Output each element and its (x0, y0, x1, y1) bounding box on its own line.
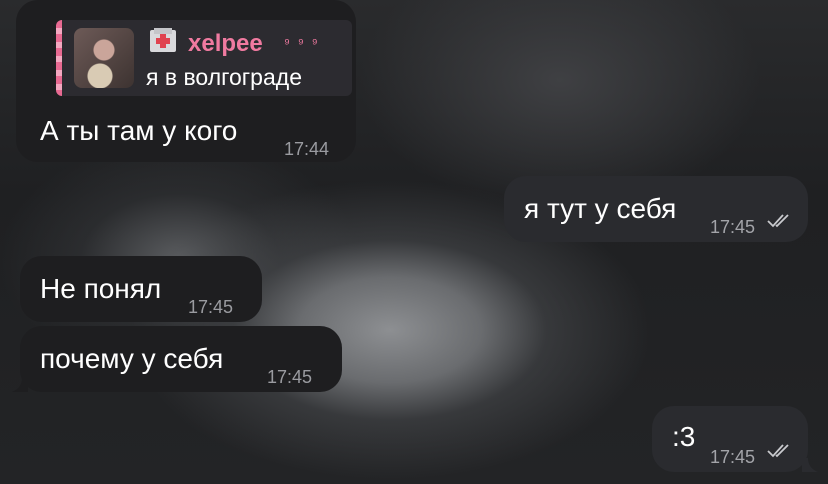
message-text: я тут у себя (524, 193, 677, 224)
message-outgoing[interactable]: я тут у себя 17:45 (504, 176, 808, 242)
bubble-tail (802, 458, 818, 472)
double-check-icon (767, 214, 789, 228)
double-check-icon (767, 444, 789, 458)
message-text: почему у себя (40, 343, 224, 374)
reply-author: xelpee (188, 30, 263, 57)
message-text: Не понял (40, 273, 162, 304)
message-time: 17:45 (710, 217, 756, 237)
message-time: 17:45 (710, 447, 756, 467)
reply-preview[interactable]: xelpee ⁹ ⁹ ⁹ я в волгограде (56, 20, 352, 96)
message-text: :3 (672, 421, 696, 452)
reply-accent-bar (56, 20, 62, 96)
bubble-tail (12, 378, 28, 392)
reply-author-suffix: ⁹ ⁹ ⁹ (284, 35, 320, 51)
message-incoming[interactable]: почему у себя 17:45 (20, 326, 342, 392)
message-incoming[interactable]: xelpee ⁹ ⁹ ⁹ я в волгограде А ты там у к… (16, 0, 356, 162)
hospital-icon (150, 28, 176, 52)
message-time: 17:45 (267, 367, 313, 387)
message-time: 17:45 (188, 297, 234, 317)
message-time: 17:44 (284, 139, 330, 159)
reply-text: я в волгограде (146, 64, 302, 90)
reply-avatar (74, 28, 134, 88)
message-text: А ты там у кого (40, 115, 238, 146)
message-incoming[interactable]: Не понял 17:45 (20, 256, 262, 322)
message-outgoing[interactable]: :3 17:45 (652, 406, 808, 472)
